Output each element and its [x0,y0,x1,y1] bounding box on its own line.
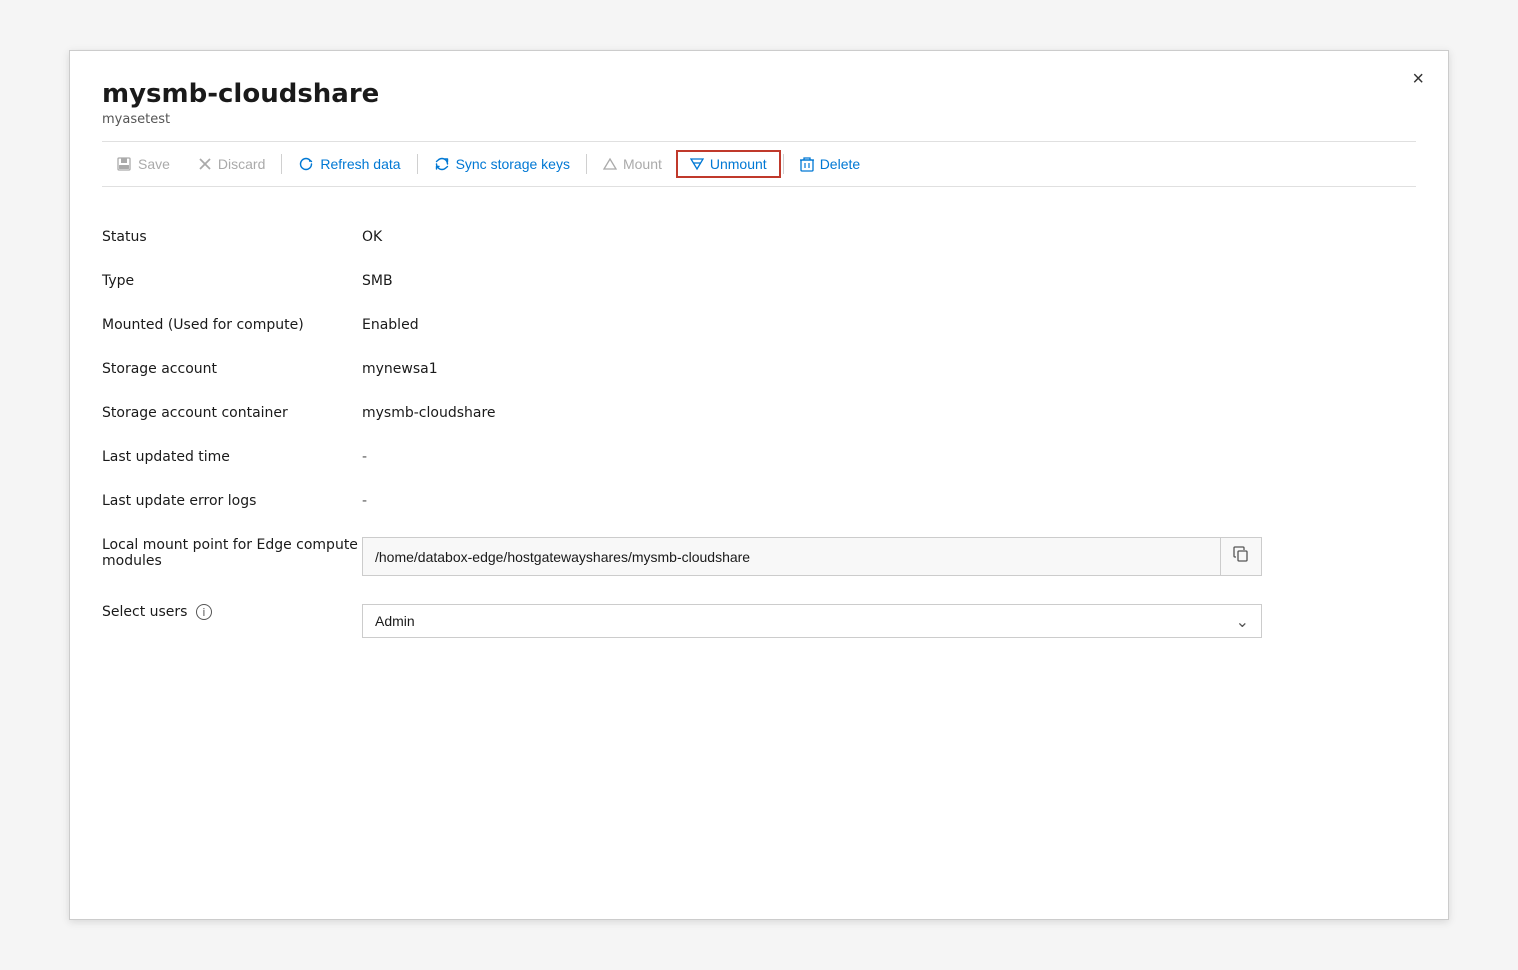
delete-icon [800,156,814,172]
unmount-button[interactable]: Unmount [676,150,781,178]
field-label-storage-container: Storage account container [102,391,362,435]
separator-3 [586,154,587,174]
discard-button[interactable]: Discard [184,150,279,178]
save-label: Save [138,156,170,172]
field-row-error-logs: Last update error logs - [102,479,1416,523]
copy-icon [1233,546,1249,562]
refresh-button[interactable]: Refresh data [284,150,414,178]
delete-label: Delete [820,156,860,172]
field-value-status: OK [362,215,1416,259]
copy-path-button[interactable] [1220,538,1261,575]
mount-button[interactable]: Mount [589,150,676,178]
delete-button[interactable]: Delete [786,150,874,178]
field-label-error-logs: Last update error logs [102,479,362,523]
separator-1 [281,154,282,174]
select-users-dropdown[interactable]: Admin [363,605,1224,637]
refresh-icon [298,156,314,172]
field-row-storage-account: Storage account mynewsa1 [102,347,1416,391]
separator-4 [783,154,784,174]
field-row-mounted: Mounted (Used for compute) Enabled [102,303,1416,347]
sync-button[interactable]: Sync storage keys [420,150,584,178]
field-row-status: Status OK [102,215,1416,259]
field-label-select-users: Select users i [102,590,362,652]
fields-table: Status OK Type SMB Mounted (Used for com… [102,215,1416,652]
field-label-storage-account: Storage account [102,347,362,391]
discard-label: Discard [218,156,265,172]
discard-icon [198,157,212,171]
field-label-mounted: Mounted (Used for compute) [102,303,362,347]
field-label-mount-point: Local mount point for Edge compute modul… [102,523,362,590]
field-label-last-updated: Last updated time [102,435,362,479]
field-row-type: Type SMB [102,259,1416,303]
save-button[interactable]: Save [102,150,184,178]
field-value-storage-account: mynewsa1 [362,347,1416,391]
field-value-type: SMB [362,259,1416,303]
separator-2 [417,154,418,174]
mount-label: Mount [623,156,662,172]
chevron-down-icon: ⌄ [1224,612,1261,631]
mount-path-container [362,537,1262,576]
field-value-last-updated: - [362,435,1416,479]
unmount-icon [690,157,704,171]
unmount-label: Unmount [710,156,767,172]
field-value-storage-container: mysmb-cloudshare [362,391,1416,435]
field-label-type: Type [102,259,362,303]
field-label-status: Status [102,215,362,259]
field-row-last-updated: Last updated time - [102,435,1416,479]
toolbar: Save Discard Refresh data [102,141,1416,187]
field-value-mounted: Enabled [362,303,1416,347]
close-button[interactable]: × [1412,69,1424,89]
detail-panel: × mysmb-cloudshare myasetest Save [69,50,1449,920]
mount-path-input[interactable] [363,541,1220,573]
field-value-mount-point [362,523,1416,590]
field-value-error-logs: - [362,479,1416,523]
field-value-select-users: Admin ⌄ [362,590,1416,652]
field-row-select-users: Select users i Admin ⌄ [102,590,1416,652]
mount-icon [603,157,617,171]
save-icon [116,156,132,172]
field-row-mount-point: Local mount point for Edge compute modul… [102,523,1416,590]
field-row-storage-container: Storage account container mysmb-cloudsha… [102,391,1416,435]
panel-title: mysmb-cloudshare [102,79,1416,110]
panel-subtitle: myasetest [102,112,1416,127]
select-users-container: Admin ⌄ [362,604,1262,638]
sync-icon [434,156,450,172]
info-icon: i [196,604,212,620]
sync-label: Sync storage keys [456,156,570,172]
refresh-label: Refresh data [320,156,400,172]
